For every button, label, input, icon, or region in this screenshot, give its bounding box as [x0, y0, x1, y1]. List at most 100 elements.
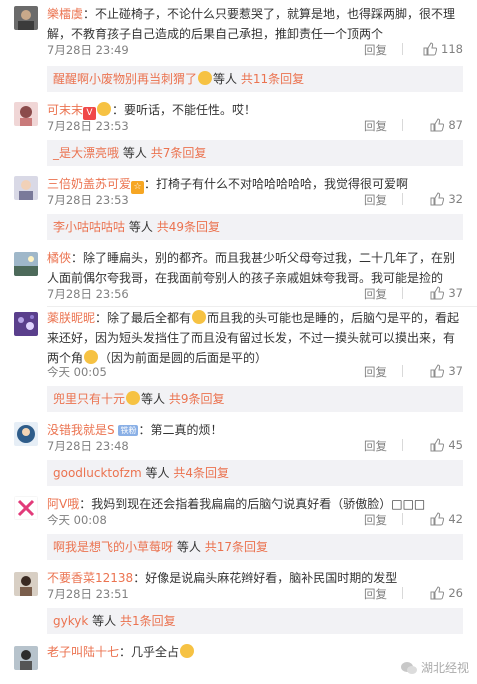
sub-reply-mid: 等人	[141, 392, 166, 406]
reply-button[interactable]: 回复	[364, 438, 387, 454]
like-button[interactable]: 87	[430, 118, 463, 132]
username[interactable]: 橘俠	[47, 251, 71, 265]
comment-text: 橘俠：除了睡扁头，别的都齐。而且我甚少听父母夸过我，二十几年了，在别人面前偶尔夸…	[47, 251, 456, 285]
reply-button[interactable]: 回复	[364, 42, 387, 58]
sub-reply-count[interactable]: 共9条回复	[169, 392, 225, 406]
emoji-icon	[192, 310, 207, 324]
sub-reply-link[interactable]: gykyk 等人 共1条回复	[47, 608, 463, 634]
emoji-icon	[97, 102, 112, 116]
like-button[interactable]: 26	[430, 586, 463, 600]
sub-reply-link[interactable]: goodlucktofzm 等人 共4条回复	[47, 460, 463, 486]
wechat-icon	[400, 661, 417, 674]
sub-reply-count[interactable]: 共1条回复	[120, 614, 176, 628]
comment-meta: 今天 00:05 回复 37	[47, 364, 463, 380]
sub-reply-mid: 等人	[176, 540, 201, 554]
timestamp: 7月28日 23:48	[47, 439, 129, 453]
username[interactable]: 老子叫陆十七	[47, 645, 119, 659]
sub-reply-link[interactable]: 啊我是想飞的小草莓呀 等人 共17条回复	[47, 534, 463, 560]
comment-meta: 7月28日 23:51 回复 26	[47, 586, 463, 602]
avatar[interactable]	[14, 252, 38, 276]
username[interactable]: 不要香菜12138	[47, 571, 133, 585]
like-count: 118	[441, 42, 463, 56]
sub-reply-count[interactable]: 共49条回复	[157, 220, 220, 234]
timestamp: 今天 00:08	[47, 513, 107, 527]
avatar[interactable]	[14, 496, 38, 520]
sub-reply-user[interactable]: 醒醒啊小废物别再当刺猬了	[53, 72, 197, 86]
emoji-icon	[84, 350, 99, 364]
watermark-text: 湖北经视	[420, 661, 469, 675]
avatar[interactable]	[14, 176, 38, 200]
username[interactable]: 阿V哦	[47, 497, 79, 511]
like-button[interactable]: 37	[430, 364, 463, 378]
sub-reply-link[interactable]: 兜里只有十元 等人 共9条回复	[47, 386, 463, 412]
avatar[interactable]	[14, 646, 38, 670]
divider	[402, 193, 403, 205]
sub-reply-link[interactable]: _是大漂亮哦 等人 共7条回复	[47, 140, 463, 166]
timestamp: 7月28日 23:49	[47, 43, 129, 57]
like-count: 45	[448, 438, 463, 452]
reply-button[interactable]: 回复	[364, 192, 387, 208]
like-count: 37	[448, 286, 463, 300]
reply-button[interactable]: 回复	[364, 118, 387, 134]
sub-reply-user[interactable]: 李小咕咕咕咕	[53, 220, 125, 234]
timestamp: 7月28日 23:51	[47, 587, 129, 601]
sub-reply-link[interactable]: 醒醒啊小废物别再当刺猬了 等人 共11条回复	[47, 66, 463, 92]
comment-text: 不要香菜12138：好像是说扁头麻花辫好看，脑补民国时期的发型	[47, 571, 398, 585]
sub-reply-user[interactable]: 啊我是想飞的小草莓呀	[53, 540, 173, 554]
timestamp: 7月28日 23:56	[47, 287, 129, 301]
sub-reply-user[interactable]: gykyk	[53, 614, 88, 628]
like-button[interactable]: 42	[430, 512, 463, 526]
thumbs-up-icon	[430, 438, 445, 452]
thumbs-up-icon	[430, 586, 445, 600]
divider	[402, 119, 403, 131]
username[interactable]: 樂檑虞	[47, 7, 83, 21]
avatar[interactable]	[14, 422, 38, 446]
thumbs-up-icon	[430, 512, 445, 526]
avatar[interactable]	[14, 572, 38, 596]
sub-reply-user[interactable]: 兜里只有十元	[53, 392, 125, 406]
comment-text: 樂檑虞：不止碰椅子，不论什么只要惹哭了，就算是地，也得踩两脚，很不理解，不教育孩…	[47, 7, 456, 41]
emoji-icon	[198, 71, 213, 85]
username[interactable]: 可末末	[47, 103, 83, 117]
watermark: 湖北经视	[400, 659, 469, 676]
comment-text: 没错我就是S 铁粉 ：第二真的烦！	[47, 423, 223, 437]
sub-reply-count[interactable]: 共4条回复	[173, 466, 229, 480]
sub-reply-count[interactable]: 共11条回复	[241, 72, 304, 86]
avatar[interactable]	[14, 6, 38, 30]
avatar[interactable]	[14, 102, 38, 126]
comment-text: 可末末 V ：要听话，不能任性。哎！	[47, 102, 257, 120]
sub-reply-user[interactable]: goodlucktofzm	[53, 466, 142, 480]
thumbs-up-icon	[430, 192, 445, 206]
sub-reply-count[interactable]: 共17条回复	[205, 540, 268, 554]
divider	[402, 287, 403, 299]
username[interactable]: 没错我就是S	[47, 423, 115, 437]
like-button[interactable]: 45	[430, 438, 463, 452]
reply-button[interactable]: 回复	[364, 364, 387, 380]
avatar[interactable]	[14, 312, 38, 336]
reply-button[interactable]: 回复	[364, 286, 387, 302]
sub-reply-link[interactable]: 李小咕咕咕咕 等人 共49条回复	[47, 214, 463, 240]
comment-meta: 7月28日 23:48 回复 45	[47, 438, 463, 454]
timestamp: 7月28日 23:53	[47, 193, 129, 207]
comment-meta: 7月28日 23:53 回复 87	[47, 118, 463, 134]
reply-button[interactable]: 回复	[364, 512, 387, 528]
like-button[interactable]: 118	[423, 42, 463, 56]
comment-text: 阿V哦：我妈到现在还会指着我扁扁的后脑勺说真好看（骄傲脸）□□□	[47, 497, 426, 511]
divider	[402, 43, 403, 55]
like-button[interactable]: 32	[430, 192, 463, 206]
divider	[402, 439, 403, 451]
sub-reply-count[interactable]: 共7条回复	[151, 146, 207, 160]
sub-reply-mid: 等人	[92, 614, 117, 628]
like-button[interactable]: 37	[430, 286, 463, 300]
thumbs-up-icon	[430, 118, 445, 132]
username[interactable]: 薬朕昵昵	[47, 311, 95, 325]
sub-reply-user[interactable]: _是大漂亮哦	[53, 146, 119, 160]
comment-meta: 7月28日 23:49 回复 118	[47, 42, 463, 58]
divider	[402, 365, 403, 377]
comment-meta: 今天 00:08 回复 42	[47, 512, 463, 528]
like-count: 32	[448, 192, 463, 206]
reply-button[interactable]: 回复	[364, 586, 387, 602]
sub-reply-mid: 等人	[128, 220, 153, 234]
divider	[402, 513, 403, 525]
username[interactable]: 三倍奶盖苏可爱	[47, 177, 131, 191]
